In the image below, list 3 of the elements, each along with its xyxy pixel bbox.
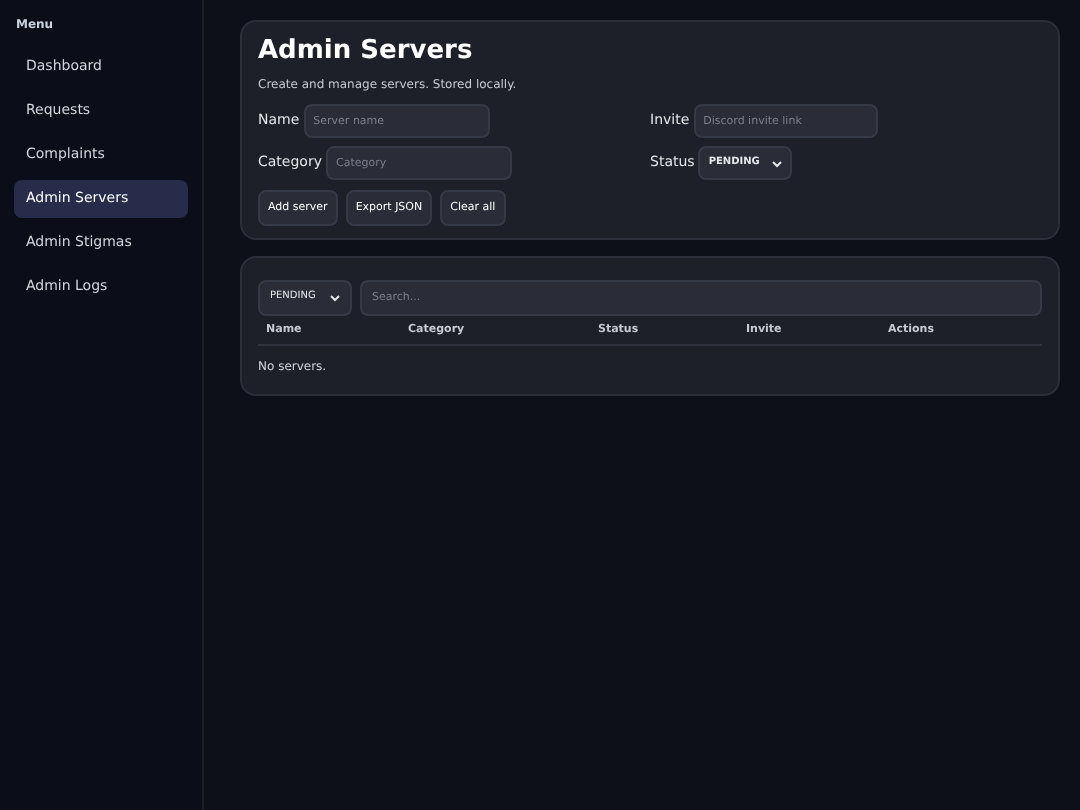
page-title: Admin Servers [258,36,475,68]
chevron-down-icon [330,294,340,302]
chevron-down-icon [772,159,783,167]
